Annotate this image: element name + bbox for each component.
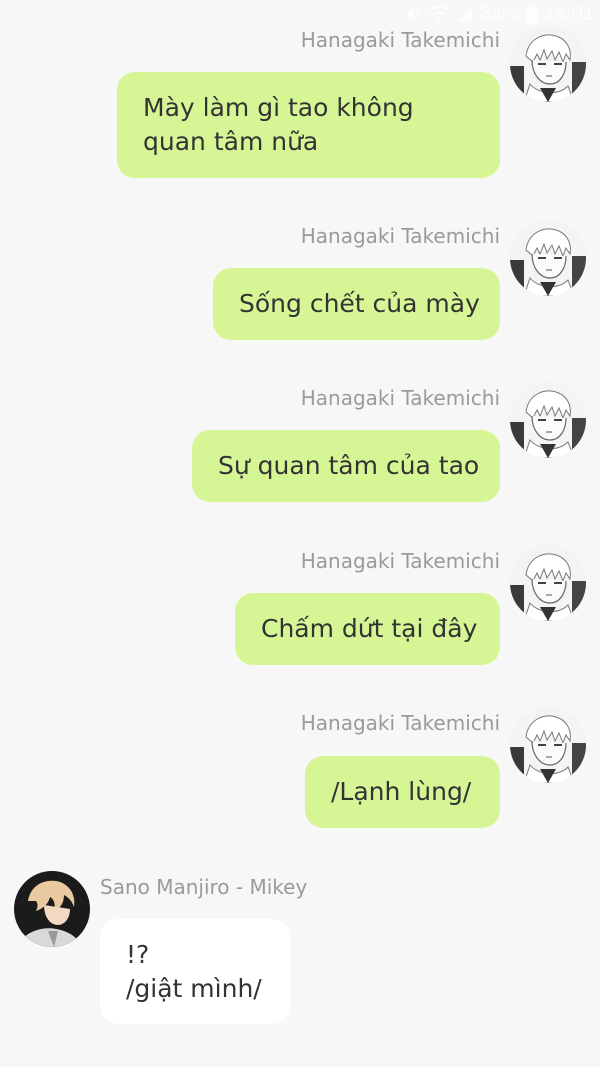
message-line: Mày làm gì tao không	[143, 93, 414, 122]
sender-name: Hanagaki Takemichi	[300, 224, 500, 248]
message-bubble-incoming[interactable]: !? /giật mình/	[100, 919, 290, 1024]
manga-boy-avatar[interactable]	[510, 545, 586, 621]
message-line: /Lạnh lùng/	[331, 777, 472, 806]
manga-boy-avatar[interactable]	[510, 26, 586, 102]
manga-boy-avatar[interactable]	[510, 382, 586, 458]
clock: 14:01	[543, 2, 594, 25]
message-line: quan tâm nữa	[143, 127, 319, 156]
mute-icon	[404, 5, 422, 23]
message-line: /giật mình/	[126, 974, 262, 1003]
message-bubble-outgoing[interactable]: Sống chết của mày	[213, 268, 500, 340]
message-line: Chấm dứt tại đây	[261, 614, 478, 643]
sender-name: Hanagaki Takemichi	[300, 386, 500, 410]
signal-icon	[456, 5, 474, 23]
status-bar: 84% 14:01	[404, 0, 600, 28]
message-line: Sự quan tâm của tao	[218, 451, 480, 480]
message-line: Sống chết của mày	[239, 289, 480, 318]
message-bubble-outgoing[interactable]: /Lạnh lùng/	[305, 756, 500, 828]
wifi-icon	[428, 5, 450, 23]
sender-name: Hanagaki Takemichi	[300, 711, 500, 735]
sender-name: Sano Manjiro - Mikey	[100, 875, 308, 899]
message-line: !?	[126, 940, 150, 969]
message-bubble-outgoing[interactable]: Sự quan tâm của tao	[192, 430, 500, 502]
message-bubble-outgoing[interactable]: Chấm dứt tại đây	[235, 593, 500, 665]
sender-name: Hanagaki Takemichi	[300, 28, 500, 52]
manga-boy-avatar[interactable]	[510, 220, 586, 296]
blond-boy-avatar[interactable]	[14, 871, 90, 947]
battery-percent: 84%	[479, 2, 520, 25]
battery-icon	[525, 4, 538, 24]
manga-boy-avatar[interactable]	[510, 707, 586, 783]
message-bubble-outgoing[interactable]: Mày làm gì tao không quan tâm nữa	[117, 72, 500, 178]
sender-name: Hanagaki Takemichi	[300, 549, 500, 573]
